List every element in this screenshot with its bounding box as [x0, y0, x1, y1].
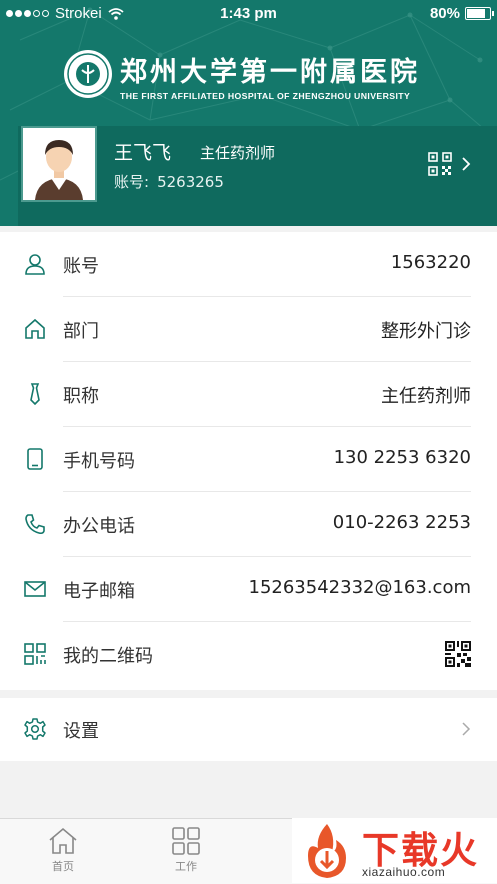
info-label: 办公电话: [63, 516, 135, 537]
profile-account-label: 账号:: [114, 173, 150, 191]
tab-label: 工作: [175, 860, 197, 873]
info-row-mobile[interactable]: 手机号码 130 2253 6320: [0, 427, 497, 492]
watermark-url: xiazaihuo.com: [362, 865, 446, 879]
mail-icon: [24, 581, 46, 597]
profile-name: 王飞飞: [114, 142, 172, 164]
info-label: 职称: [63, 386, 99, 407]
grid-icon: [172, 827, 200, 855]
status-bar: Strokei 1:43 pm 80%: [0, 0, 497, 28]
phone-icon: [27, 448, 43, 470]
info-label: 电子邮箱: [63, 581, 135, 602]
battery-percent: 80%: [429, 5, 460, 22]
profile-header: Strokei 1:43 pm 80% 郑州大学第一附属医院 THE FIRST…: [0, 0, 497, 226]
info-row-account: 账号 1563220: [0, 232, 497, 297]
info-value: 1563220: [390, 252, 471, 273]
chevron-right-icon: [462, 722, 471, 736]
info-label: 我的二维码: [63, 646, 153, 667]
qrcode-icon[interactable]: [428, 152, 452, 176]
chevron-right-icon[interactable]: [460, 156, 472, 172]
default-avatar-icon: [23, 128, 95, 200]
profile-account-value: 5263265: [157, 173, 224, 191]
info-label: 部门: [63, 321, 99, 342]
info-value: 整形外门诊: [381, 321, 471, 342]
info-label: 账号: [63, 256, 99, 277]
info-row-office-phone[interactable]: 办公电话 010-2263 2253: [0, 492, 497, 557]
profile-info-list: 账号 1563220 部门 整形外门诊 职称 主任药剂师 手机号码 130 22…: [0, 232, 497, 690]
watermark-fire-logo: [308, 824, 346, 878]
profile-card[interactable]: 王飞飞 主任药剂师 账号: 5263265: [18, 126, 497, 226]
user-icon: [25, 254, 45, 275]
tab-work[interactable]: 工作: [156, 827, 216, 874]
info-label: 手机号码: [63, 451, 135, 472]
qrcode-icon: [24, 643, 46, 665]
info-value[interactable]: 130 2253 6320: [334, 447, 471, 468]
home-icon: [49, 827, 77, 854]
profile-account: 账号: 5263265: [114, 171, 224, 192]
info-row-email[interactable]: 电子邮箱 15263542332@163.com: [0, 557, 497, 622]
settings-label: 设置: [63, 721, 99, 742]
watermark: 下载火 xiazaihuo.com: [292, 818, 497, 883]
tab-label: 首页: [52, 860, 74, 873]
settings-row[interactable]: 设置: [0, 698, 497, 761]
info-row-qrcode[interactable]: 我的二维码: [0, 622, 497, 687]
hospital-name-english: THE FIRST AFFILIATED HOSPITAL OF ZHENGZH…: [120, 91, 411, 101]
info-row-title: 职称 主任药剂师: [0, 362, 497, 427]
info-value[interactable]: 010-2263 2253: [333, 512, 471, 533]
hospital-name: 郑州大学第一附属医院: [120, 57, 420, 88]
avatar[interactable]: [21, 126, 97, 202]
tie-icon: [30, 383, 40, 405]
battery-icon: [465, 7, 494, 20]
info-value: 主任药剂师: [381, 386, 471, 407]
profile-title: 主任药剂师: [200, 144, 276, 162]
hospital-logo: [64, 50, 112, 98]
gear-icon: [24, 718, 46, 740]
tab-home[interactable]: 首页: [33, 827, 93, 874]
home-icon: [25, 318, 45, 339]
info-row-department: 部门 整形外门诊: [0, 297, 497, 362]
telephone-icon: [25, 514, 45, 535]
info-value[interactable]: 15263542332@163.com: [249, 577, 472, 598]
qrcode-thumbnail-icon[interactable]: [445, 641, 471, 667]
clock-time: 1:43 pm: [220, 5, 277, 22]
